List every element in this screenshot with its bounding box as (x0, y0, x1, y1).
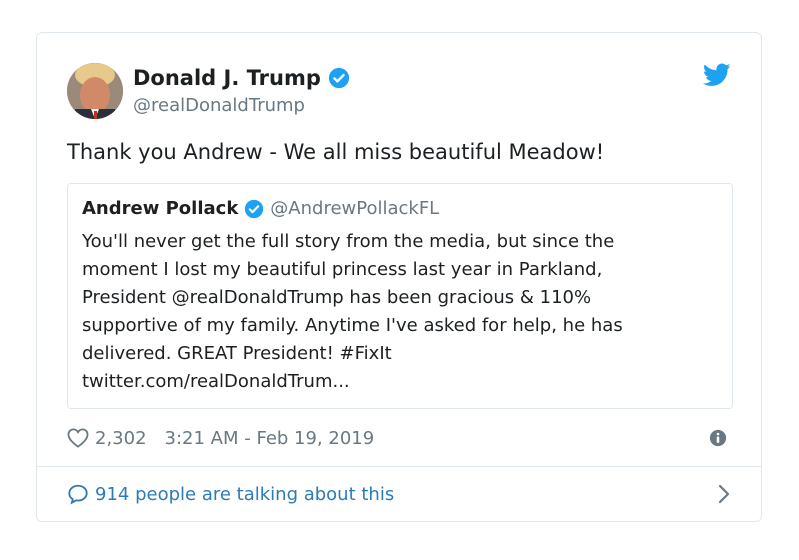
heart-icon[interactable] (67, 428, 89, 448)
quoted-author-handle: @AndrewPollackFL (270, 198, 440, 219)
quoted-tweet[interactable]: Andrew Pollack @AndrewPollackFL You'll n… (67, 183, 733, 409)
quoted-text-line: supportive of my family. Anytime I've as… (82, 315, 623, 336)
avatar[interactable] (67, 63, 123, 119)
tweet-header: Donald J. Trump @realDonaldTrump (67, 63, 731, 123)
timestamp-link[interactable]: 3:21 AM - Feb 19, 2019 (165, 428, 375, 449)
author-name[interactable]: Donald J. Trump (133, 65, 321, 91)
quoted-tweet-header: Andrew Pollack @AndrewPollackFL (82, 196, 718, 222)
quoted-text-line: delivered. GREAT President! #FixIt (82, 343, 392, 364)
quoted-text-line: You'll never get the full story from the… (82, 231, 615, 252)
embedded-tweet-card: Donald J. Trump @realDonaldTrump Thank y… (36, 32, 762, 522)
tweet-meta: 2,302 3:21 AM - Feb 19, 2019 (67, 423, 731, 453)
quoted-text-line: President @realDonaldTrump has been grac… (82, 287, 592, 308)
speech-bubble-icon (68, 484, 88, 505)
info-icon[interactable] (709, 429, 727, 447)
author-handle[interactable]: @realDonaldTrump (133, 93, 350, 119)
verified-badge-icon (328, 67, 349, 89)
verified-badge-icon (245, 199, 264, 219)
tweet-text: Thank you Andrew - We all miss beautiful… (67, 140, 605, 164)
quoted-tweet-text: You'll never get the full story from the… (82, 228, 718, 396)
conversation-count-text: 914 people are talking about this (95, 483, 395, 505)
chevron-right-icon[interactable] (717, 483, 731, 505)
author-block: Donald J. Trump @realDonaldTrump (133, 65, 350, 119)
quoted-author-name: Andrew Pollack (82, 198, 239, 219)
quoted-link[interactable]: twitter.com/realDonaldTrum... (82, 368, 718, 396)
twitter-bird-icon[interactable] (703, 63, 731, 87)
divider (37, 466, 761, 467)
like-count[interactable]: 2,302 (95, 428, 147, 449)
conversation-link[interactable]: 914 people are talking about this (67, 479, 731, 509)
quoted-text-line: moment I lost my beautiful princess last… (82, 259, 603, 280)
author-name-row: Donald J. Trump (133, 65, 350, 91)
